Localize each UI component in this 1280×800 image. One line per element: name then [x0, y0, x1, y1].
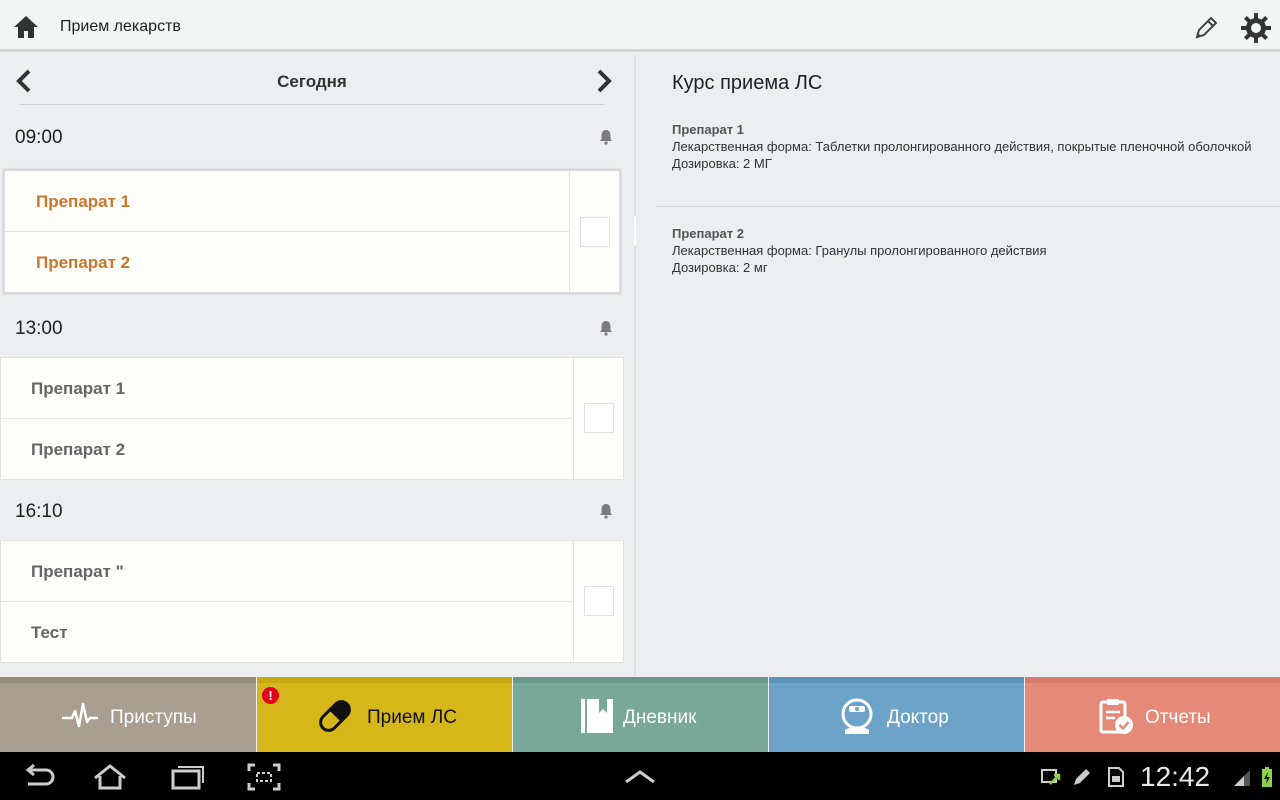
battery-icon	[1262, 767, 1272, 787]
back-icon[interactable]	[20, 762, 56, 792]
drug-form: Лекарственная форма: Гранулы пролонгиров…	[672, 243, 1047, 258]
tab-reports[interactable]: Отчеты	[1025, 677, 1280, 752]
drug-dose: Дозировка: 2 мг	[672, 260, 768, 275]
drug-name: Препарат 2	[672, 226, 744, 241]
current-day-label: Сегодня	[277, 72, 347, 91]
taken-check-area	[573, 541, 623, 662]
drug-name: Препарат 1	[672, 122, 744, 137]
bottom-tab-bar: Приступы ! Прием ЛС Дневник Доктор Отчет…	[0, 677, 1280, 752]
pencil-icon[interactable]	[1192, 14, 1220, 42]
tab-medications[interactable]: ! Прием ЛС	[257, 677, 512, 752]
taken-checkbox[interactable]	[580, 217, 610, 247]
tab-strip	[513, 677, 768, 683]
drug-dose: Дозировка: 2 МГ	[672, 156, 772, 171]
slot-time: 13:00	[15, 318, 63, 339]
pencil-status-icon	[1074, 769, 1090, 785]
action-bar: Прием лекарств	[0, 0, 1280, 52]
list-item[interactable]: Тест	[1, 602, 574, 663]
status-clock: 12:42	[1140, 761, 1211, 792]
sd-card-icon	[1108, 767, 1124, 787]
list-item[interactable]: Препарат 2	[5, 232, 570, 293]
tab-strip	[257, 677, 512, 683]
tab-label: Доктор	[887, 707, 949, 728]
list-item[interactable]: Препарат 1	[5, 171, 570, 232]
alert-badge: !	[262, 687, 279, 704]
time-slot-header: 16:10	[15, 491, 620, 531]
pill-icon	[319, 700, 351, 732]
date-navigator: Сегодня	[16, 55, 612, 105]
time-slot-header: 09:00	[15, 117, 620, 157]
slot-time: 09:00	[15, 127, 63, 148]
slot-time: 16:10	[15, 501, 63, 522]
detail-divider	[656, 206, 1280, 207]
tab-label: Прием ЛС	[367, 707, 457, 728]
taken-check-area	[569, 171, 619, 292]
tab-label: Дневник	[623, 707, 697, 728]
taken-checkbox[interactable]	[584, 586, 614, 616]
tab-label: Отчеты	[1145, 707, 1211, 728]
tab-doctor[interactable]: Доктор	[769, 677, 1024, 752]
chevron-right-icon[interactable]	[592, 67, 616, 95]
doctor-icon	[841, 698, 873, 734]
list-item[interactable]: Препарат 2	[1, 419, 574, 480]
drug-detail: Препарат 2 Лекарственная форма: Гранулы …	[672, 225, 1272, 276]
screenshot-icon[interactable]	[246, 762, 282, 792]
page-title: Прием лекарств	[60, 18, 181, 35]
list-item[interactable]: Препарат "	[1, 541, 574, 602]
bell-icon[interactable]	[598, 129, 614, 145]
tab-attacks[interactable]: Приступы	[0, 677, 256, 752]
medication-group-card[interactable]: Препарат " Тест	[0, 540, 624, 663]
book-icon	[581, 699, 613, 733]
time-slot-header: 13:00	[15, 308, 620, 348]
drug-detail: Препарат 1 Лекарственная форма: Таблетки…	[672, 121, 1272, 172]
drug-form: Лекарственная форма: Таблетки пролонгиро…	[672, 139, 1252, 154]
detail-pane: Курс приема ЛС Препарат 1 Лекарственная …	[636, 55, 1280, 677]
medication-group-card[interactable]: Препарат 1 Препарат 2	[0, 357, 624, 480]
gear-icon[interactable]	[1240, 12, 1272, 44]
report-icon	[1099, 699, 1133, 734]
home-nav-icon[interactable]	[92, 762, 128, 792]
system-navigation-bar: 12:42	[0, 752, 1280, 800]
taken-check-area	[573, 358, 623, 479]
list-item[interactable]: Препарат 1	[1, 358, 574, 419]
taken-checkbox[interactable]	[584, 403, 614, 433]
bell-icon[interactable]	[598, 320, 614, 336]
home-icon[interactable]	[12, 13, 40, 41]
tab-strip	[1025, 677, 1280, 683]
tab-strip	[769, 677, 1024, 683]
tab-diary[interactable]: Дневник	[513, 677, 768, 752]
schedule-pane: Сегодня 09:00 Препарат 1 Препарат 2 13:0…	[0, 55, 634, 677]
pulse-icon	[62, 702, 98, 728]
tab-strip	[0, 677, 256, 683]
tab-label: Приступы	[110, 707, 197, 728]
chevron-up-icon[interactable]	[622, 762, 658, 792]
signal-icon	[1234, 770, 1250, 786]
bell-icon[interactable]	[598, 503, 614, 519]
recent-apps-icon[interactable]	[170, 762, 206, 792]
medication-group-card[interactable]: Препарат 1 Препарат 2	[3, 169, 621, 294]
sync-icon	[1041, 769, 1061, 785]
detail-heading: Курс приема ЛС	[672, 72, 823, 94]
